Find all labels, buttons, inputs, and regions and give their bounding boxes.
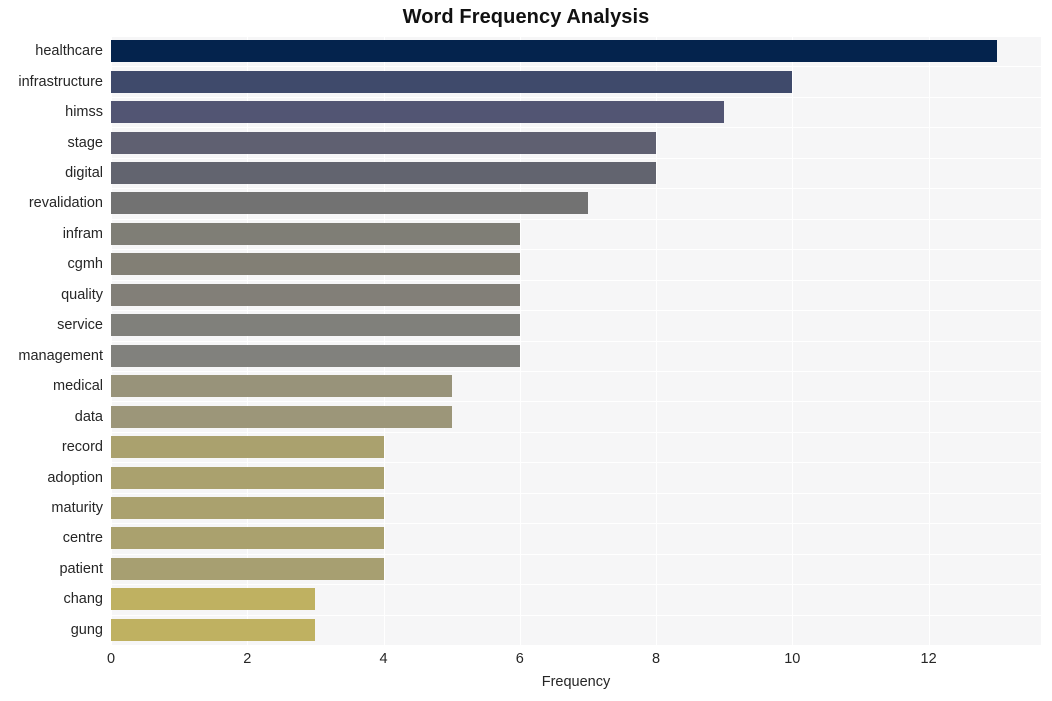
y-tick-label-himss: himss — [65, 104, 103, 121]
y-tick-label-management: management — [18, 347, 103, 364]
y-tick-label-quality: quality — [61, 286, 103, 303]
x-tick-label-10: 10 — [784, 651, 801, 667]
word-frequency-bar-chart: Word Frequency Analysis healthcare infras… — [0, 0, 1052, 701]
x-tick-label-8: 8 — [652, 651, 661, 667]
y-axis-category-labels: healthcare infrastructure himss stage digita… — [0, 36, 1052, 645]
y-tick-label-medical: medical — [53, 378, 103, 395]
chart-title: Word Frequency Analysis — [402, 6, 650, 28]
y-tick-label-centre: centre — [62, 530, 103, 547]
y-tick-label-adoption: adoption — [47, 469, 103, 486]
x-axis-title: Frequency — [541, 674, 611, 690]
x-tick-label-4: 4 — [379, 651, 388, 667]
y-tick-label-infram: infram — [62, 225, 103, 242]
y-tick-label-maturity: maturity — [51, 499, 103, 516]
y-tick-label-chang: chang — [63, 591, 103, 608]
y-tick-label-infrastructure: infrastructure — [18, 73, 103, 90]
y-tick-label-service: service — [57, 317, 103, 334]
x-tick-label-6: 6 — [515, 651, 524, 667]
y-tick-label-gung: gung — [70, 621, 103, 638]
x-tick-label-2: 2 — [243, 651, 252, 667]
x-tick-label-0: 0 — [106, 651, 116, 667]
y-tick-label-patient: patient — [59, 560, 103, 577]
y-tick-label-data: data — [74, 408, 103, 425]
gridline-horizontal — [111, 645, 1041, 646]
y-tick-label-healthcare: healthcare — [35, 43, 103, 60]
y-tick-label-cgmh: cgmh — [67, 256, 103, 273]
y-tick-label-digital: digital — [65, 165, 103, 182]
y-tick-label-revalidation: revalidation — [28, 195, 103, 212]
x-tick-label-12: 12 — [920, 651, 937, 667]
y-tick-label-record: record — [61, 439, 103, 456]
y-tick-label-stage: stage — [67, 134, 103, 151]
